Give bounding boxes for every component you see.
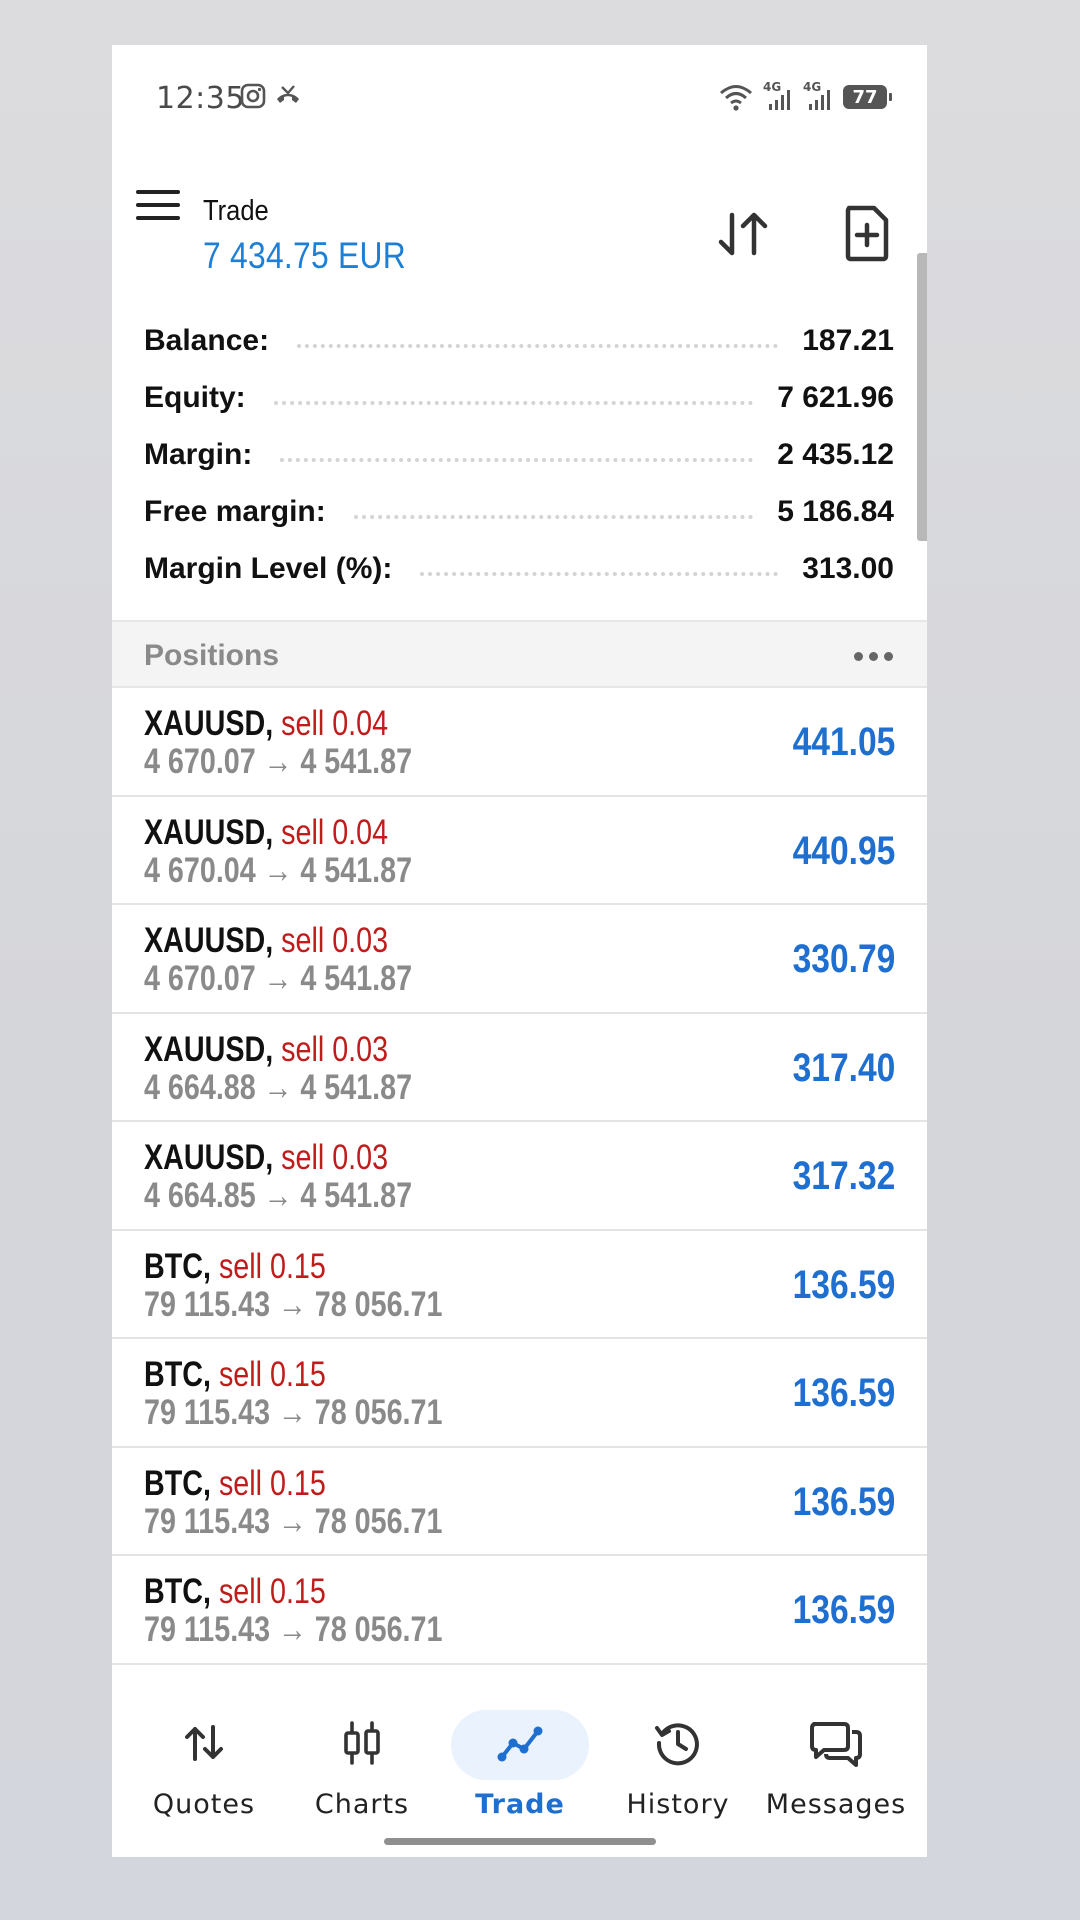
summary-row-balance: Balance: 187.21 — [144, 324, 894, 357]
position-profit: 317.32 — [792, 1154, 895, 1198]
summary-row-margin-level: Margin Level (%): 313.00 — [144, 552, 894, 585]
positions-list: XAUUSD, sell 0.04 4 670.07 → 4 541.87 44… — [112, 688, 927, 1665]
position-profit: 136.59 — [792, 1371, 895, 1415]
position-profit: 136.59 — [792, 1262, 895, 1307]
nav-messages[interactable]: Messages — [756, 1710, 916, 1820]
status-time: 12:35 — [156, 81, 245, 116]
status-bar: 12:35 4G 4G 77 — [112, 45, 927, 150]
battery-indicator: 77 — [843, 85, 892, 109]
wifi-icon — [720, 85, 752, 111]
menu-icon[interactable] — [136, 190, 180, 224]
position-profit: 330.79 — [792, 937, 895, 981]
trade-icon — [497, 1726, 543, 1762]
position-row[interactable]: XAUUSD, sell 0.03 4 670.07 → 4 541.87 33… — [112, 905, 927, 1014]
messages-icon — [810, 1722, 862, 1767]
nav-charts[interactable]: Charts — [282, 1710, 442, 1820]
signal-4g-1: 4G — [763, 80, 793, 112]
position-profit: 441.05 — [792, 720, 895, 764]
scrollbar[interactable] — [917, 253, 927, 541]
position-row[interactable]: BTC, sell 0.15 79 115.43 → 78 056.71 136… — [112, 1556, 927, 1665]
summary-row-equity: Equity: 7 621.96 — [144, 381, 894, 414]
missed-call-icon — [277, 85, 299, 103]
position-profit: 136.59 — [792, 1588, 895, 1632]
sort-icon[interactable] — [716, 207, 770, 261]
signal-4g-2: 4G — [803, 80, 833, 112]
nav-quotes[interactable]: Quotes — [124, 1710, 284, 1820]
app-screen: 12:35 4G 4G 77 Trade 7 434.75 EUR Balanc… — [112, 45, 927, 1857]
quotes-icon — [185, 1725, 223, 1761]
summary-row-free-margin: Free margin: 5 186.84 — [144, 495, 894, 528]
positions-label: Positions — [144, 639, 280, 672]
position-row[interactable]: XAUUSD, sell 0.04 4 670.04 → 4 541.87 44… — [112, 797, 927, 905]
home-indicator[interactable] — [384, 1838, 656, 1845]
position-row[interactable]: XAUUSD, sell 0.03 4 664.88 → 4 541.87 31… — [112, 1014, 927, 1122]
new-order-icon[interactable] — [844, 204, 890, 262]
charts-icon — [344, 1721, 380, 1765]
positions-header: Positions — [112, 620, 927, 688]
position-row[interactable]: XAUUSD, sell 0.03 4 664.85 → 4 541.87 31… — [112, 1122, 927, 1231]
position-row[interactable]: BTC, sell 0.15 79 115.43 → 78 056.71 136… — [112, 1448, 927, 1556]
position-profit: 136.59 — [792, 1479, 895, 1524]
more-options-icon[interactable] — [854, 652, 893, 661]
account-summary: Balance: 187.21 Equity: 7 621.96 Margin:… — [112, 300, 927, 620]
page-title: Trade — [203, 195, 269, 227]
app-header: Trade 7 434.75 EUR — [112, 150, 927, 290]
nav-trade[interactable]: Trade — [440, 1710, 600, 1820]
position-row[interactable]: BTC, sell 0.15 79 115.43 → 78 056.71 136… — [112, 1231, 927, 1339]
instagram-icon — [240, 83, 266, 109]
position-profit: 440.95 — [792, 828, 895, 873]
status-right: 4G 4G 77 — [719, 80, 892, 113]
summary-row-margin: Margin: 2 435.12 — [144, 438, 894, 471]
position-row[interactable]: BTC, sell 0.15 79 115.43 → 78 056.71 136… — [112, 1339, 927, 1448]
nav-history[interactable]: History — [598, 1710, 758, 1820]
account-balance-header: 7 434.75 EUR — [203, 235, 406, 276]
history-icon — [655, 1723, 699, 1766]
position-row[interactable]: XAUUSD, sell 0.04 4 670.07 → 4 541.87 44… — [112, 688, 927, 797]
position-profit: 317.40 — [792, 1045, 895, 1090]
bottom-nav: Quotes Charts Trade History Messages — [112, 1670, 927, 1857]
